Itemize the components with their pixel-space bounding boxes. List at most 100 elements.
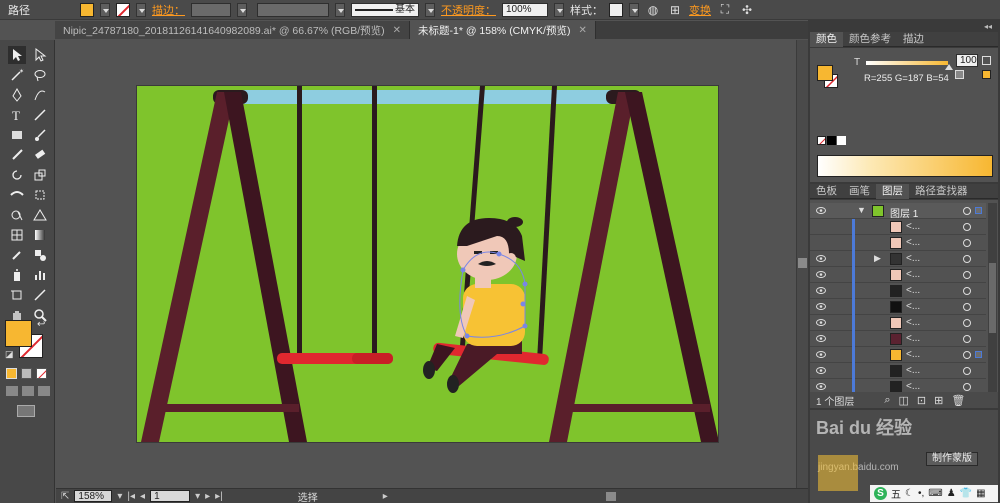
symbol-sprayer-tool[interactable] (8, 266, 26, 284)
tint-slider[interactable] (866, 61, 948, 65)
none-color-chip[interactable] (817, 136, 826, 145)
layers-scrollbar[interactable] (988, 203, 997, 393)
target-circle-icon[interactable] (963, 287, 971, 295)
stroke-label[interactable]: 描边： (152, 2, 185, 18)
rotate-tool[interactable] (8, 166, 26, 184)
tab-stroke[interactable]: 描边 (897, 32, 930, 47)
style-dropdown[interactable] (629, 2, 639, 17)
free-transform-tool[interactable] (31, 186, 49, 204)
stroke-profile-dropdown[interactable] (425, 2, 435, 17)
style-swatch[interactable] (609, 2, 623, 17)
target-circle-icon[interactable] (963, 383, 971, 391)
sublayer-row[interactable]: <... (810, 235, 986, 251)
make-mask-button[interactable]: 制作蒙版 (926, 452, 978, 466)
rectangle-tool[interactable] (8, 126, 26, 144)
sublayer-row[interactable]: <... (810, 219, 986, 235)
sublayer-row[interactable]: <... (810, 283, 986, 299)
black-color-chip[interactable] (827, 136, 836, 145)
sublayer-name[interactable]: <... (906, 317, 920, 328)
column-graph-tool[interactable] (31, 266, 49, 284)
eye-off-icon[interactable] (816, 223, 826, 230)
opacity-field[interactable]: 100% (502, 2, 548, 17)
scroll-thumb[interactable] (798, 258, 807, 268)
zoom-field[interactable]: 158% (74, 490, 113, 502)
white-color-chip[interactable] (837, 136, 846, 145)
sublayer-row[interactable]: <... (810, 347, 986, 363)
none-mode-icon[interactable] (36, 368, 47, 379)
fill-dropdown[interactable] (100, 2, 110, 17)
tab-pathfinder[interactable]: 路径查找器 (909, 184, 974, 199)
prev-page-icon[interactable]: ◂ (140, 491, 145, 502)
tab-swatches[interactable]: 色板 (810, 184, 843, 199)
line-tool[interactable] (31, 106, 49, 124)
next-page-icon[interactable]: ▸ (205, 491, 210, 502)
sublayer-row[interactable]: <... (810, 363, 986, 379)
eye-icon[interactable] (816, 367, 826, 374)
page-field[interactable]: 1 (150, 490, 191, 502)
draw-behind-icon[interactable] (22, 386, 34, 396)
status-menu-icon[interactable]: ▸ (383, 491, 388, 502)
eye-off-icon[interactable] (816, 239, 826, 246)
tab-color-guide[interactable]: 颜色参考 (843, 32, 897, 47)
eye-icon[interactable] (816, 303, 826, 310)
new-layer-icon[interactable]: ⊞ (934, 394, 943, 407)
magic-wand-tool[interactable]: ✶ (8, 66, 26, 84)
paintbrush-tool[interactable] (31, 126, 49, 144)
gradient-tool[interactable] (31, 226, 49, 244)
sublayer-row[interactable]: <... (810, 331, 986, 347)
tab-untitled-document[interactable]: 未标题-1* @ 158% (CMYK/预览) ✕ (410, 21, 596, 39)
tint-slider-handle[interactable] (945, 64, 953, 70)
tab-nipic-document[interactable]: Nipic_24787180_20181126141640982089.ai* … (55, 21, 410, 39)
sublayer-row[interactable]: ▶ <... (810, 251, 986, 267)
eye-icon[interactable] (816, 383, 826, 390)
tab-layers[interactable]: 图层 (876, 183, 909, 199)
layer-row-main[interactable]: ▼ 图层 1 (810, 203, 986, 220)
last-page-icon[interactable]: ▸| (215, 491, 223, 502)
pen-tool[interactable] (8, 86, 26, 104)
sublayer-row[interactable]: <... (810, 299, 986, 315)
sublayer-name[interactable]: <... (906, 349, 920, 360)
ime-toolbar[interactable]: S 五 ☾ •, ⌨ ♟ 👕 ▦ (870, 485, 998, 502)
artboard[interactable] (136, 85, 719, 443)
swap-colors-icon[interactable]: ↩ (37, 319, 45, 330)
target-circle-icon[interactable] (963, 367, 971, 375)
sublayer-row[interactable]: <... (810, 267, 986, 283)
canvas-area[interactable] (56, 40, 808, 488)
target-circle-icon[interactable] (963, 351, 971, 359)
width-tool[interactable] (8, 186, 26, 204)
gradient-mode-icon[interactable] (21, 368, 32, 379)
selection-indicator[interactable] (975, 207, 982, 214)
make-clip-mask-icon[interactable]: ◫ (899, 394, 909, 407)
in-gamut-icon[interactable] (982, 56, 991, 65)
expand-triangle-icon[interactable]: ▼ (857, 205, 866, 215)
target-circle-icon[interactable] (963, 207, 971, 215)
type-tool[interactable]: T (8, 106, 26, 124)
expand-triangle-icon[interactable]: ▶ (874, 253, 881, 264)
sublayer-name[interactable]: <... (906, 333, 920, 344)
artboard-tool[interactable] (8, 286, 26, 304)
color-spectrum-bar[interactable] (817, 155, 993, 177)
direct-selection-tool[interactable] (31, 46, 49, 64)
slice-tool[interactable] (31, 286, 49, 304)
lasso-tool[interactable] (31, 66, 49, 84)
sublayer-name[interactable]: <... (906, 301, 920, 312)
sublayer-name[interactable]: <... (906, 285, 920, 296)
target-circle-icon[interactable] (963, 255, 971, 263)
isolate-icon[interactable]: ⛶ (717, 2, 733, 18)
fill-swatch[interactable] (80, 2, 94, 17)
close-icon[interactable]: ✕ (393, 25, 401, 36)
horizontal-scroll-thumb[interactable] (606, 492, 616, 501)
eye-icon[interactable] (816, 255, 826, 262)
shape-builder-tool[interactable] (8, 206, 26, 224)
recolor-icon[interactable]: ◍ (645, 2, 661, 18)
selection-tool[interactable] (8, 46, 26, 64)
variable-width-dropdown[interactable] (335, 2, 345, 17)
selection-indicator[interactable] (975, 351, 982, 358)
web-safe-icon[interactable] (955, 70, 964, 79)
align-icon[interactable]: ⊞ (667, 2, 683, 18)
target-circle-icon[interactable] (963, 239, 971, 247)
stroke-profile-field[interactable]: 基本 (351, 2, 419, 17)
scale-tool[interactable] (31, 166, 49, 184)
color-mode-fill-icon[interactable] (6, 368, 17, 379)
variable-width-field[interactable] (257, 2, 329, 17)
